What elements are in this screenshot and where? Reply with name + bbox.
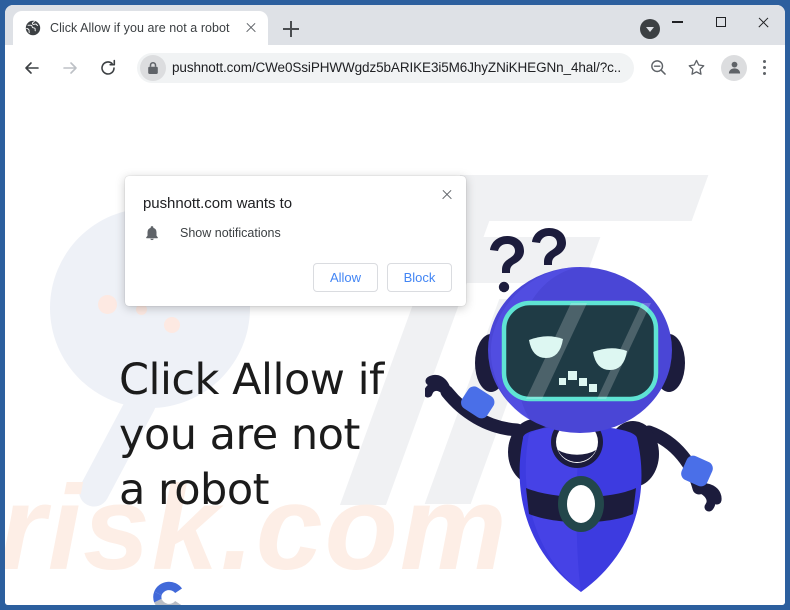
forward-button[interactable]	[54, 52, 86, 84]
window-frame: Click Allow if you are not a robot pushn…	[0, 0, 790, 610]
address-bar[interactable]: pushnott.com/CWe0SsiPHWWgdz5bARIKE3i5M6J…	[137, 52, 634, 83]
browser-window: Click Allow if you are not a robot pushn…	[5, 5, 785, 605]
profile-button[interactable]	[721, 54, 747, 81]
chevron-down-icon	[646, 26, 654, 32]
page-title: Click Allow if you are not a robot	[119, 355, 384, 516]
window-close-button[interactable]	[742, 5, 785, 39]
person-avatar-icon	[728, 61, 740, 74]
robot-belt-buckle-inner	[567, 485, 595, 523]
dialog-title: pushnott.com wants to	[143, 195, 293, 212]
maximize-icon	[715, 17, 726, 27]
minimize-icon	[672, 21, 683, 23]
page-viewport: risk.com Click Allow if you are not a ro…	[5, 90, 785, 605]
zoom-button[interactable]	[642, 52, 674, 84]
tab-strip: Click Allow if you are not a robot	[5, 5, 785, 45]
minimize-button[interactable]	[656, 5, 699, 39]
background-dot	[98, 295, 117, 314]
allow-button[interactable]: Allow	[313, 263, 378, 292]
globe-icon	[25, 20, 41, 36]
browser-menu-button[interactable]	[751, 54, 777, 82]
robot-left-hand	[425, 374, 452, 398]
permission-label: Show notifications	[180, 226, 281, 240]
browser-tab[interactable]: Click Allow if you are not a robot	[13, 11, 268, 45]
arrow-back-icon	[25, 61, 39, 74]
zoom-out-magnifier-icon	[650, 60, 666, 75]
bookmark-button[interactable]	[680, 52, 712, 84]
three-dot-menu-icon	[762, 60, 766, 64]
reload-button[interactable]	[92, 52, 124, 84]
bell-icon	[146, 226, 158, 241]
tab-close-icon[interactable]	[242, 19, 260, 37]
url-text: pushnott.com/CWe0SsiPHWWgdz5bARIKE3i5M6J…	[172, 60, 620, 75]
dialog-permission-row: Show notifications	[143, 224, 281, 242]
notification-permission-dialog: pushnott.com wants to Show notifications…	[125, 176, 466, 306]
close-icon	[757, 16, 770, 29]
new-tab-button[interactable]	[277, 15, 305, 43]
maximize-button[interactable]	[699, 5, 742, 39]
ecaptcha-logo: E-CAPTCHA	[123, 577, 215, 605]
dialog-button-row: Allow Block	[313, 263, 452, 292]
c-logo-icon	[153, 581, 182, 605]
site-info-button[interactable]	[140, 54, 166, 81]
background-dot	[164, 317, 180, 333]
arrow-forward-icon	[63, 61, 77, 74]
tab-title: Click Allow if you are not a robot	[50, 21, 230, 35]
back-button[interactable]	[16, 52, 48, 84]
lock-icon	[148, 61, 158, 74]
star-icon	[688, 59, 704, 75]
block-button[interactable]: Block	[387, 263, 452, 292]
reload-icon	[101, 59, 116, 75]
confused-robot-illustration	[425, 228, 722, 592]
dialog-close-button[interactable]	[436, 184, 458, 206]
browser-toolbar: pushnott.com/CWe0SsiPHWWgdz5bARIKE3i5M6J…	[5, 45, 785, 90]
robot-right-hand	[694, 483, 722, 512]
